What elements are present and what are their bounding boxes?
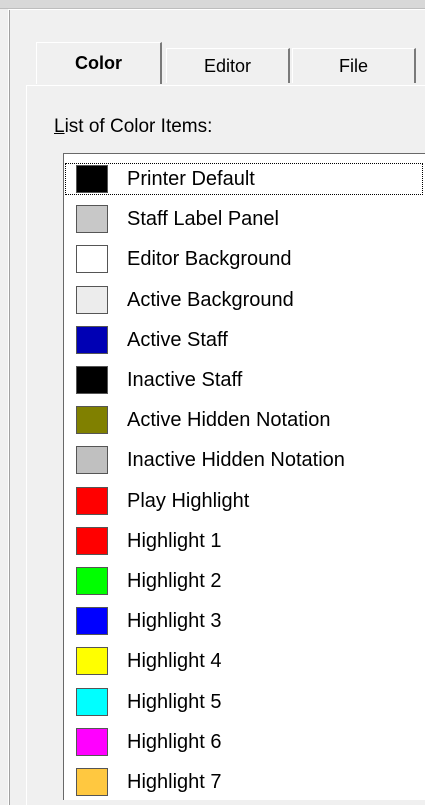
list-item[interactable]: Active Staff (64, 323, 424, 357)
tab-file-label: File (338, 55, 368, 76)
list-item-label: Highlight 5 (127, 690, 222, 713)
color-swatch (76, 165, 108, 193)
list-item[interactable]: Highlight 7 (64, 765, 424, 799)
list-item[interactable]: Editor Background (64, 242, 424, 276)
color-items-listbox[interactable]: Printer Default Staff Label Panel Editor B… (63, 153, 425, 800)
list-caption: List of Color Items: (54, 116, 212, 138)
color-swatch (76, 205, 108, 234)
color-swatch (76, 727, 108, 756)
dialog-edge (9, 10, 10, 805)
list-caption-accesskey: L (54, 116, 65, 137)
color-swatch (76, 366, 108, 394)
color-swatch (76, 245, 108, 274)
list-item-label: Active Staff (127, 328, 228, 351)
list-item-label: Highlight 3 (127, 610, 222, 633)
list-item-label: Highlight 4 (127, 650, 222, 673)
list-item-label: Inactive Staff (127, 369, 243, 391)
list-item[interactable]: Staff Label Panel (64, 202, 424, 236)
list-item[interactable]: Highlight 2 (64, 564, 424, 598)
color-swatch (76, 446, 108, 475)
color-swatch (76, 486, 108, 515)
list-item[interactable]: Active Hidden Notation (64, 403, 424, 437)
list-item[interactable]: Highlight 1 (64, 524, 424, 558)
tab-color[interactable]: Color (36, 42, 162, 84)
tab-editor-label: Editor (203, 55, 252, 76)
list-item-label: Editor Background (127, 248, 292, 271)
tab-color-label: Color (75, 53, 122, 73)
list-item-label: Active Hidden Notation (127, 409, 331, 432)
list-item-label: Highlight 1 (127, 529, 222, 552)
color-swatch (76, 768, 108, 796)
list-item-label: Highlight 6 (127, 730, 222, 753)
list-item[interactable]: Inactive Staff (64, 363, 424, 397)
list-item-label: Staff Label Panel (127, 208, 279, 231)
tab-editor[interactable]: Editor (166, 48, 290, 83)
list-item[interactable]: Play Highlight (64, 484, 424, 518)
list-item[interactable]: Highlight 3 (64, 604, 424, 638)
list-caption-text: ist of Color Items: (64, 116, 213, 137)
color-swatch (76, 526, 108, 555)
tab-file[interactable]: File (292, 48, 416, 83)
list-item[interactable]: Highlight 5 (64, 685, 424, 719)
color-swatch (76, 687, 108, 716)
color-swatch (76, 607, 108, 636)
list-item[interactable]: Highlight 4 (64, 644, 424, 678)
list-item-label: Printer Default (127, 168, 255, 190)
list-item-label: Active Background (127, 288, 294, 311)
color-swatch (76, 647, 108, 676)
color-swatch (76, 325, 108, 354)
window-top-strip (0, 0, 425, 9)
color-swatch (76, 285, 108, 314)
list-item[interactable]: Inactive Hidden Notation (64, 443, 424, 477)
list-item[interactable]: Active Background (64, 283, 424, 317)
list-item-label: Highlight 2 (127, 570, 222, 592)
list-item-label: Play Highlight (127, 489, 250, 512)
list-item[interactable]: Printer Default (64, 162, 424, 196)
color-swatch (76, 567, 108, 595)
color-swatch (76, 406, 108, 435)
list-item-label: Inactive Hidden Notation (127, 449, 345, 472)
list-item[interactable]: Highlight 6 (64, 725, 424, 759)
list-item-label: Highlight 7 (127, 771, 222, 793)
